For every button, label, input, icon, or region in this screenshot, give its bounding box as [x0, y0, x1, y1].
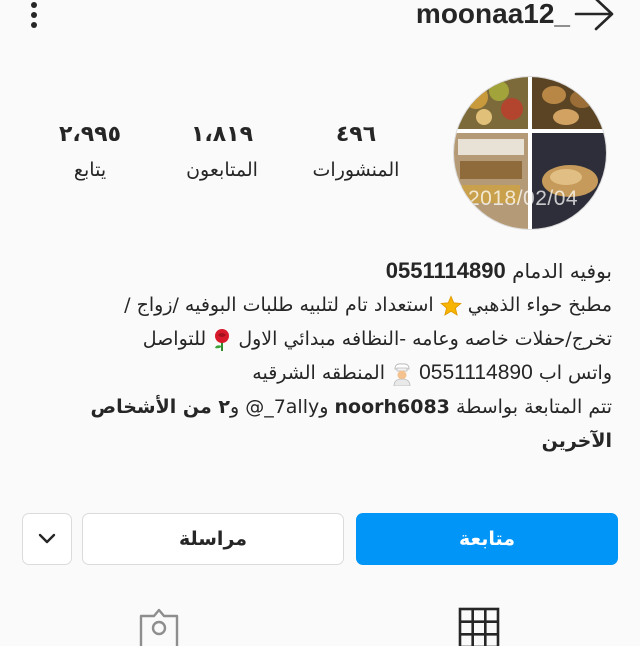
grid-icon[interactable] — [457, 606, 501, 646]
bio-line-2-end: للتواصل — [142, 328, 207, 350]
bio-line-1: مطبخ حواء الذهبي استعداد تام لتلبيه طلبا… — [40, 288, 612, 322]
following-label: يتابع — [73, 159, 107, 181]
profile-bio: بوفيه الدمام 0551114890 مطبخ حواء الذهبي… — [40, 254, 612, 458]
bio-line-1-part-b: استعداد تام لتلبيه طلبات البوفيه /زواج / — [124, 294, 434, 316]
bio-name: بوفيه الدمام — [512, 259, 612, 283]
followed-by-line[interactable]: تتم المتابعة بواسطة noorh6083 و@_7ally و… — [40, 390, 612, 424]
followed-by-user-1[interactable]: noorh6083 — [334, 396, 449, 418]
bio-name-phone: 0551114890 — [385, 258, 506, 283]
followed-by-line-2: الآخرين — [40, 424, 612, 458]
posts-count[interactable]: ٤٩٦ المنشورات — [296, 118, 416, 188]
star-icon — [439, 294, 462, 316]
followers-value: ١،٨١٩ — [190, 122, 254, 147]
arrow-right-icon[interactable] — [572, 0, 618, 34]
bio-line-3-phone: 0551114890 — [419, 361, 533, 384]
avatar-date-watermark: 2018/02/04 — [468, 187, 579, 210]
tagged-user-icon[interactable] — [137, 606, 181, 646]
message-button[interactable]: مراسلة — [82, 513, 344, 565]
rose-icon — [215, 328, 230, 351]
bio-line-3-part-b: المنطقه الشرقيه — [252, 362, 385, 384]
followers-label: المتابعون — [186, 159, 258, 181]
more-options-icon[interactable] — [26, 2, 42, 32]
posts-value: ٤٩٦ — [335, 122, 377, 147]
bio-line-2-text: تخرج/حفلات خاصه وعامه -النظافه مبدائي ال… — [238, 328, 612, 350]
followed-by-user-2[interactable]: @_7ally — [245, 396, 319, 418]
chevron-down-icon — [38, 533, 56, 544]
cook-icon — [393, 362, 411, 386]
followed-by-and-2: و — [229, 396, 240, 418]
followed-by-others[interactable]: ٢ من الأشخاص — [91, 396, 230, 418]
followed-by-others-end[interactable]: الآخرين — [542, 430, 612, 452]
followers-count[interactable]: ١،٨١٩ المتابعون — [162, 118, 282, 188]
followed-by-and: و — [319, 396, 329, 418]
following-count[interactable]: ٢،٩٩٥ يتابع — [30, 118, 150, 188]
bio-line-3-part-a: واتس اب — [538, 362, 612, 384]
follow-button[interactable]: متابعة — [356, 513, 618, 565]
profile-avatar[interactable]: 2018/02/04 — [453, 76, 607, 230]
top-bar: moonaa12_ — [0, 0, 640, 36]
bio-line-3: واتس اب 0551114890 المنطقه الشرقيه — [40, 356, 612, 390]
followed-by-prefix: تتم المتابعة بواسطة — [455, 396, 612, 418]
bio-name-line: بوفيه الدمام 0551114890 — [40, 254, 612, 288]
suggested-accounts-button[interactable] — [22, 513, 72, 565]
profile-username: moonaa12_ — [415, 0, 570, 29]
bio-line-1-part-a: مطبخ حواء الذهبي — [467, 294, 612, 316]
posts-label: المنشورات — [312, 159, 400, 181]
following-value: ٢،٩٩٥ — [58, 122, 122, 147]
bio-line-2: تخرج/حفلات خاصه وعامه -النظافه مبدائي ال… — [40, 322, 612, 356]
